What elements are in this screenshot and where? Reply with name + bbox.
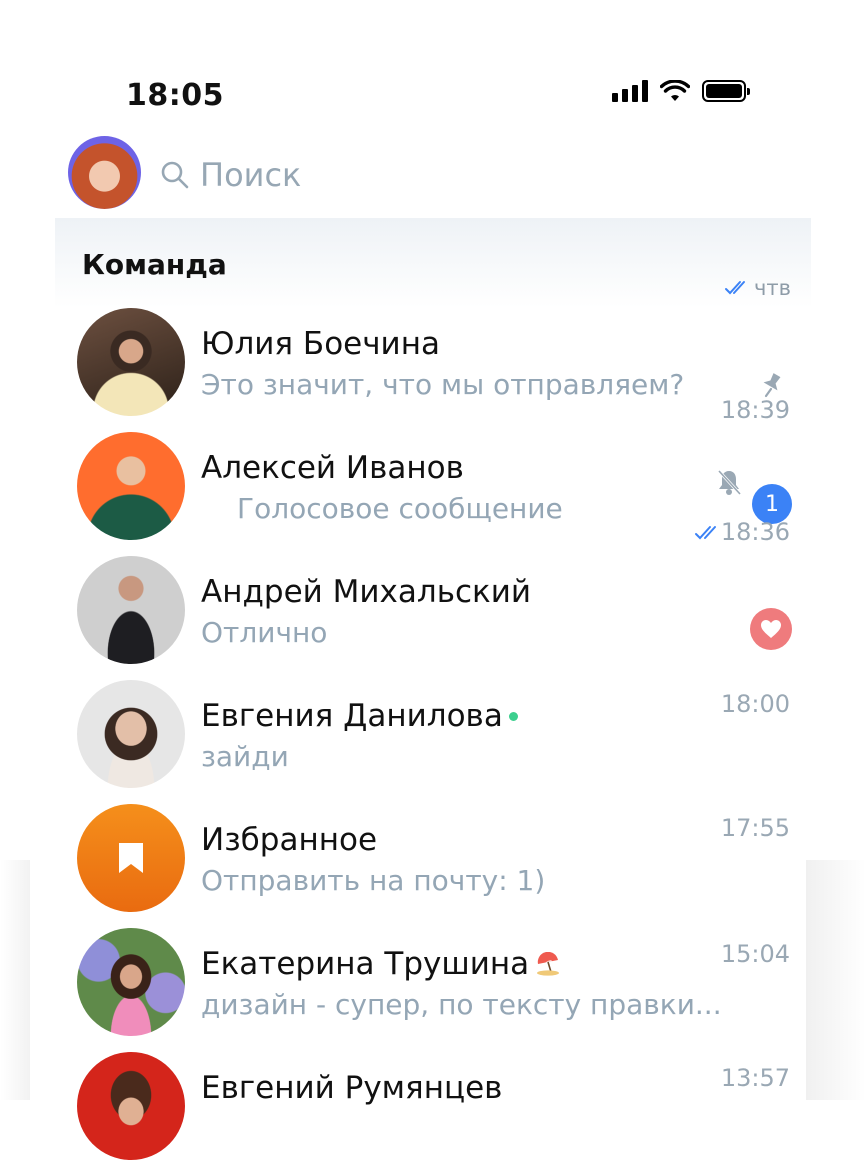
chat-time: 17:55 — [720, 814, 790, 842]
chat-name: Екатерина Трушина — [201, 946, 561, 982]
bookmark-icon — [119, 843, 143, 873]
chat-item[interactable]: Избранное Отправить на почту: 1) 17:55 — [0, 804, 866, 928]
chat-time: 18:00 — [720, 690, 790, 718]
heart-reaction-icon — [750, 608, 792, 650]
chat-item[interactable]: Евгений Румянцев 13:57 — [0, 1052, 866, 1176]
chat-time: 18:36 — [720, 518, 790, 546]
avatar — [77, 308, 185, 416]
folder-time-label: чтв — [754, 276, 792, 300]
signal-icon — [612, 80, 648, 102]
chat-name: Евгения Данилова — [201, 698, 518, 734]
chat-item[interactable]: Екатерина Трушина дизайн - супер, по тек… — [0, 928, 866, 1052]
avatar — [77, 1052, 185, 1160]
pin-icon — [763, 373, 781, 398]
muted-bell-icon — [717, 469, 742, 496]
avatar — [77, 432, 185, 540]
beach-umbrella-icon — [537, 952, 560, 976]
chat-name: Евгений Румянцев — [201, 1070, 503, 1106]
avatar — [77, 556, 185, 664]
saved-messages-avatar — [77, 804, 185, 912]
chat-message: Голосовое сообщение — [237, 492, 563, 525]
chat-name: Алексей Иванов — [201, 450, 464, 486]
profile-avatar[interactable] — [68, 136, 141, 209]
avatar — [77, 680, 185, 788]
chat-message: зайди — [201, 740, 289, 773]
chat-message: Это значит, что мы отправляем? — [201, 368, 685, 401]
chat-item[interactable]: Алексей Иванов Голосовое сообщение 1 18:… — [0, 432, 866, 556]
wifi-icon — [660, 80, 690, 101]
folder-time: чтв — [724, 276, 791, 300]
search-input[interactable] — [200, 156, 600, 194]
double-check-icon — [695, 526, 716, 540]
chat-time: 15:04 — [720, 940, 790, 968]
chat-item[interactable]: Андрей Михальский Отлично — [0, 556, 866, 680]
battery-icon — [702, 80, 750, 102]
status-time: 18:05 — [126, 78, 224, 113]
chat-time: 18:39 — [720, 396, 790, 424]
status-bar: 18:05 — [0, 70, 866, 126]
chat-item[interactable]: Евгения Данилова зайди 18:00 — [0, 680, 866, 804]
status-icons — [612, 80, 750, 102]
avatar — [77, 928, 185, 1036]
search-row — [0, 136, 866, 212]
chat-name: Юлия Боечина — [201, 326, 440, 362]
chat-message: Отлично — [201, 616, 328, 649]
double-check-icon — [725, 281, 745, 295]
chat-message: дизайн - супер, по тексту правки... — [201, 988, 722, 1021]
chat-item[interactable]: Юлия Боечина Это значит, что мы отправля… — [0, 308, 866, 432]
chat-message: Отправить на почту: 1) — [201, 864, 546, 897]
search-icon — [161, 161, 189, 189]
folder-title[interactable]: Команда — [82, 248, 227, 281]
online-indicator — [508, 711, 518, 721]
chat-name: Избранное — [201, 822, 378, 858]
chat-time: 13:57 — [720, 1064, 790, 1092]
chat-name: Андрей Михальский — [201, 574, 532, 610]
